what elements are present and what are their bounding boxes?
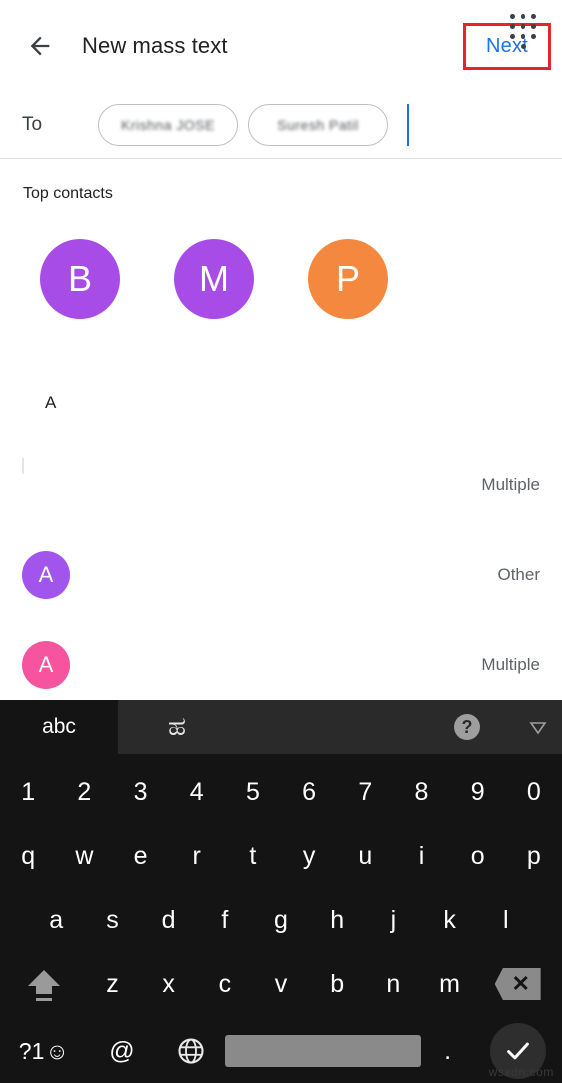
dialpad-glyph	[510, 14, 537, 54]
screen-root: New mass text Next To Krishna JOSE Sures…	[0, 0, 562, 1083]
key-b[interactable]: b	[309, 952, 365, 1016]
emoji-icon: ☺	[45, 1037, 69, 1064]
key-u[interactable]: u	[337, 824, 393, 888]
keyboard-toolbar: abc ಹ ?	[0, 700, 562, 754]
keyboard-row-top: q w e r t y u i o p	[0, 824, 562, 888]
to-label: To	[22, 114, 43, 135]
keyboard-key-rows: 1 2 3 4 5 6 7 8 9 0 q w e r t y u i o p …	[0, 754, 562, 1083]
top-contacts-avatars: B M P	[40, 239, 388, 319]
symbols-key-label: ?1	[18, 1037, 45, 1064]
key-m[interactable]: m	[421, 952, 477, 1016]
on-screen-keyboard: abc ಹ ? 1 2 3 4 5 6 7 8 9 0 q w e r t y …	[0, 700, 562, 1083]
key-6[interactable]: 6	[281, 760, 337, 824]
key-h[interactable]: h	[309, 888, 365, 952]
contact-number-type: Other	[497, 565, 540, 584]
recipients-field[interactable]: To Krishna JOSE Suresh Patil	[0, 92, 562, 158]
back-arrow-icon[interactable]	[12, 18, 68, 74]
key-f[interactable]: f	[197, 888, 253, 952]
recipient-chip-label: Krishna JOSE	[121, 117, 215, 133]
contact-number-type: Multiple	[481, 475, 540, 494]
key-7[interactable]: 7	[337, 760, 393, 824]
avatar-initial: A	[38, 562, 54, 587]
dialpad-icon[interactable]	[501, 12, 545, 56]
contact-list: Multiple A Other A Multiple	[0, 440, 562, 710]
key-l[interactable]: l	[478, 888, 534, 952]
key-t[interactable]: t	[225, 824, 281, 888]
text-cursor	[407, 104, 409, 146]
key-2[interactable]: 2	[56, 760, 112, 824]
avatar-initial: B	[67, 258, 92, 299]
contact-avatar	[22, 461, 70, 509]
key-r[interactable]: r	[169, 824, 225, 888]
key-i[interactable]: i	[393, 824, 449, 888]
top-contact-avatar[interactable]: B	[40, 239, 120, 319]
contact-list-item[interactable]: A Multiple	[0, 620, 562, 710]
recipient-chip[interactable]: Suresh Patil	[248, 104, 388, 146]
key-w[interactable]: w	[56, 824, 112, 888]
backspace-icon[interactable]: ✕	[478, 952, 558, 1016]
globe-icon[interactable]	[156, 1036, 225, 1066]
period-key[interactable]: .	[421, 1037, 474, 1066]
key-q[interactable]: q	[0, 824, 56, 888]
key-x[interactable]: x	[141, 952, 197, 1016]
key-j[interactable]: j	[365, 888, 421, 952]
recipient-chip-label: Suresh Patil	[277, 117, 359, 133]
contact-number-type: Multiple	[481, 655, 540, 674]
top-contact-avatar[interactable]: P	[308, 239, 388, 319]
space-bar-glyph	[224, 1035, 421, 1067]
key-y[interactable]: y	[281, 824, 337, 888]
keyboard-row-home: a s d f g h j k l	[0, 888, 562, 952]
at-key[interactable]: @	[88, 1037, 157, 1066]
contact-list-item[interactable]: A Other	[0, 530, 562, 620]
help-icon[interactable]: ?	[454, 714, 480, 740]
key-3[interactable]: 3	[112, 760, 168, 824]
top-contacts-heading: Top contacts	[23, 185, 113, 202]
avatar-initial: P	[335, 258, 360, 299]
key-d[interactable]: d	[141, 888, 197, 952]
contact-avatar: A	[22, 641, 70, 689]
contact-list-item[interactable]: Multiple	[0, 440, 562, 530]
recipient-chip-list: Krishna JOSE Suresh Patil	[98, 104, 409, 146]
key-a[interactable]: a	[28, 888, 84, 952]
recipient-chip[interactable]: Krishna JOSE	[98, 104, 238, 146]
watermark: wsxdn.com	[488, 1065, 554, 1079]
keyboard-tab-language[interactable]: ಹ	[118, 700, 236, 754]
key-5[interactable]: 5	[225, 760, 281, 824]
key-c[interactable]: c	[197, 952, 253, 1016]
key-g[interactable]: g	[253, 888, 309, 952]
key-n[interactable]: n	[365, 952, 421, 1016]
avatar-initial: A	[38, 652, 54, 677]
key-z[interactable]: z	[84, 952, 140, 1016]
shift-icon[interactable]	[4, 952, 84, 1016]
key-9[interactable]: 9	[450, 760, 506, 824]
space-key[interactable]	[224, 1035, 421, 1067]
key-o[interactable]: o	[450, 824, 506, 888]
keyboard-row-function: ?1 ☺ @ .	[0, 1016, 562, 1083]
chevron-down-icon[interactable]	[528, 717, 548, 737]
keyboard-tab-abc[interactable]: abc	[0, 700, 118, 754]
page-title: New mass text	[82, 33, 228, 58]
header-divider	[0, 158, 562, 159]
keyboard-toolbar-actions: ?	[454, 700, 548, 754]
redacted-avatar-placeholder	[22, 458, 24, 474]
key-e[interactable]: e	[112, 824, 168, 888]
avatar-initial: M	[199, 258, 229, 299]
keyboard-row-numbers: 1 2 3 4 5 6 7 8 9 0	[0, 760, 562, 824]
key-k[interactable]: k	[421, 888, 477, 952]
key-1[interactable]: 1	[0, 760, 56, 824]
key-v[interactable]: v	[253, 952, 309, 1016]
keyboard-row-bottom-letters: z x c v b n m ✕	[0, 952, 562, 1016]
key-8[interactable]: 8	[393, 760, 449, 824]
symbols-key[interactable]: ?1 ☺	[0, 1038, 88, 1065]
key-4[interactable]: 4	[169, 760, 225, 824]
section-header-letter: A	[45, 393, 57, 412]
key-s[interactable]: s	[84, 888, 140, 952]
key-0[interactable]: 0	[506, 760, 562, 824]
key-p[interactable]: p	[506, 824, 562, 888]
top-contact-avatar[interactable]: M	[174, 239, 254, 319]
contact-avatar: A	[22, 551, 70, 599]
